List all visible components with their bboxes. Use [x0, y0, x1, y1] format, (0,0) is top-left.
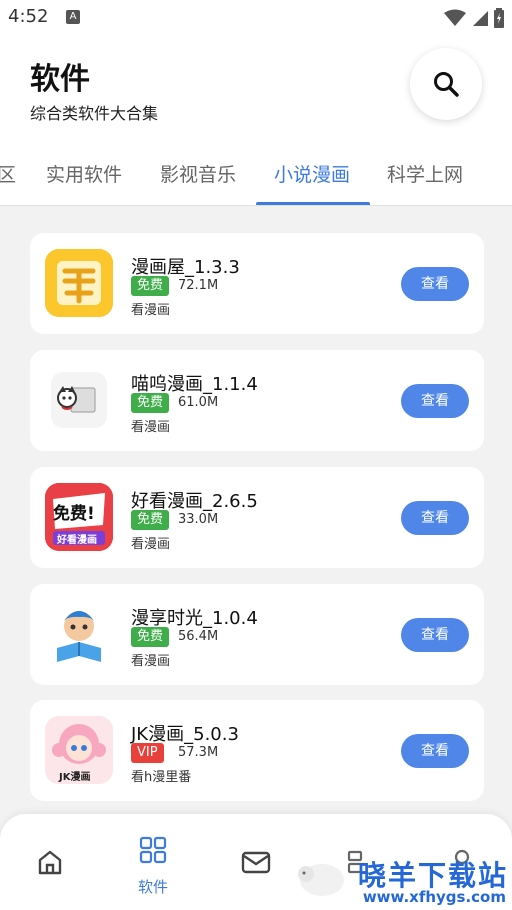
category-tabs: 区 实用软件 影视音乐 小说漫画 科学上网	[0, 146, 512, 206]
wifi-icon	[444, 9, 466, 26]
view-button[interactable]: 查看	[401, 501, 469, 535]
system-icons	[444, 8, 504, 28]
search-button[interactable]	[410, 48, 482, 120]
app-description: 看漫画	[131, 537, 171, 552]
view-button[interactable]: 查看	[401, 384, 469, 418]
app-size: 61.0M	[178, 395, 219, 410]
app-size: 56.4M	[178, 629, 219, 644]
view-button[interactable]: 查看	[401, 734, 469, 768]
tab-video-music[interactable]: 影视音乐	[160, 160, 236, 187]
free-badge: 免费	[131, 393, 170, 413]
app-size: 57.3M	[178, 745, 219, 760]
home-icon	[38, 850, 62, 875]
app-size: 72.1M	[178, 278, 219, 293]
tab-utility[interactable]: 实用软件	[46, 160, 122, 187]
nav-home[interactable]	[0, 814, 100, 910]
jk-icon: JK漫画	[45, 716, 113, 784]
nav-software[interactable]: 软件	[103, 814, 203, 910]
haokan-icon-text: 免费!	[53, 504, 95, 524]
app-size: 33.0M	[178, 512, 219, 527]
jk-icon-text: JK漫画	[59, 772, 91, 783]
view-button[interactable]: 查看	[401, 618, 469, 652]
app-card[interactable]: JK漫画 JK漫画_5.0.3 VIP 57.3M 看h漫里番 查看	[30, 700, 484, 801]
sheep-logo-icon	[298, 864, 344, 896]
app-description: 看漫画	[131, 420, 171, 435]
vip-badge: VIP	[131, 743, 164, 763]
tab-partial[interactable]: 区	[0, 160, 16, 187]
app-description: 看漫画	[131, 654, 171, 669]
tabs-divider	[0, 205, 512, 206]
view-button[interactable]: 查看	[401, 267, 469, 301]
status-bar: 4:52 A	[0, 0, 512, 36]
manxiang-icon	[45, 600, 113, 668]
app-card[interactable]: 免费! 好看漫画 好看漫画_2.6.5 免费 33.0M 看漫画 查看	[30, 467, 484, 568]
page-subtitle: 综合类软件大合集	[30, 104, 159, 123]
page-title: 软件	[30, 62, 90, 97]
app-card[interactable]: 漫画屋_1.3.3 免费 72.1M 看漫画 查看	[30, 233, 484, 334]
nav-software-label: 软件	[137, 878, 168, 896]
nav-messages[interactable]	[206, 814, 306, 910]
app-card[interactable]: 喵呜漫画_1.1.4 免费 61.0M 看漫画 查看	[30, 350, 484, 451]
notification-a-icon: A	[66, 10, 80, 24]
haokan-icon-subtext: 好看漫画	[57, 535, 97, 546]
haokan-icon: 免费! 好看漫画	[45, 483, 113, 551]
status-time: 4:52	[8, 6, 49, 27]
app-description: 看h漫里番	[131, 770, 192, 785]
app-description: 看漫画	[131, 303, 171, 318]
tab-science-internet[interactable]: 科学上网	[387, 160, 463, 187]
app-card[interactable]: 漫享时光_1.0.4 免费 56.4M 看漫画 查看	[30, 584, 484, 685]
free-badge: 免费	[131, 627, 170, 647]
mail-icon	[241, 851, 271, 874]
tab-novel-comic[interactable]: 小说漫画	[274, 160, 350, 187]
page-header: 软件 综合类软件大合集 区 实用软件 影视音乐 小说漫画 科学上网	[0, 36, 512, 206]
miaowu-icon	[45, 366, 113, 434]
watermark-url: www.xfhygs.com	[362, 888, 506, 906]
signal-icon	[473, 11, 488, 26]
search-icon	[434, 72, 459, 97]
manhua-wu-icon	[45, 249, 113, 317]
grid-apps-icon	[139, 836, 167, 864]
free-badge: 免费	[131, 276, 170, 296]
free-badge: 免费	[131, 510, 170, 530]
watermark: 晓羊下载站 www.xfhygs.com	[294, 850, 512, 910]
battery-icon	[494, 8, 504, 28]
